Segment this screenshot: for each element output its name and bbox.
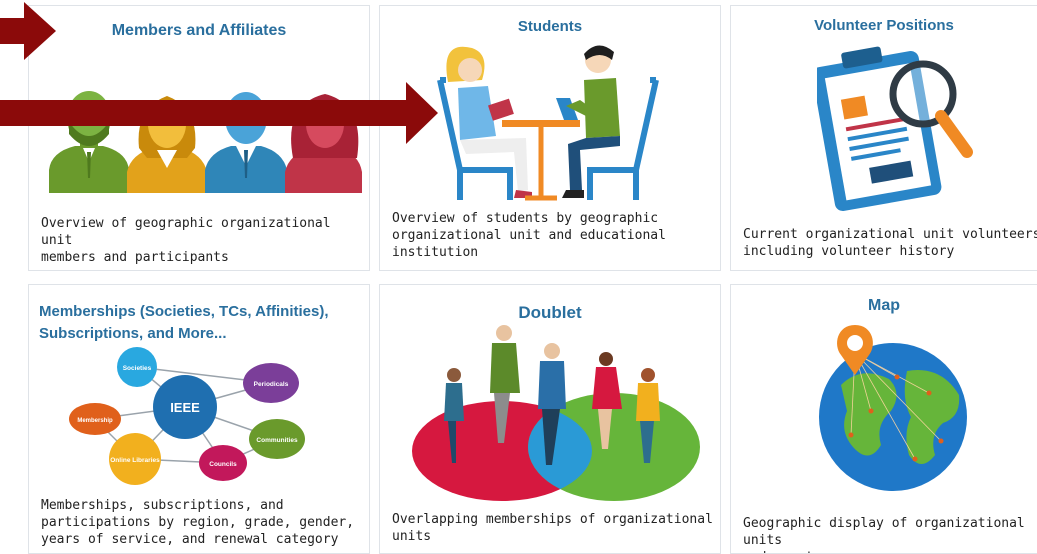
card-memberships[interactable]: Memberships (Societies, TCs, Affinities)…: [28, 284, 370, 554]
card-map[interactable]: Map Geographic display of organizational…: [730, 284, 1037, 554]
card-description: Geographic display of organizational uni…: [743, 516, 1025, 553]
diagram-node-label: Communities: [256, 437, 298, 444]
card-title: Students: [517, 18, 583, 35]
card-description: Overview of geographic organizational un…: [41, 216, 331, 265]
diagram-node-label: Periodicals: [254, 381, 289, 388]
card-title: Memberships (Societies, TCs, Affinities)…: [39, 303, 329, 342]
card-title: Members and Affiliates: [111, 22, 287, 39]
clipboard-magnifier-illustration: [817, 46, 973, 212]
diagram-node-label: Online Libraries: [110, 457, 160, 464]
card-volunteer-positions[interactable]: Volunteer Positions Current organization…: [730, 5, 1037, 271]
card-doublet[interactable]: Doublet Overlapping memberships of organ: [379, 284, 721, 554]
arrow-right-icon: [0, 82, 438, 144]
card-title: Volunteer Positions: [814, 17, 954, 34]
card-description: Overview of students by geographic organ…: [392, 211, 666, 260]
card-description: Current organizational unit volunteers i…: [743, 227, 1037, 259]
ieee-network-diagram: IEEE Societies Periodicals Communities C…: [69, 347, 305, 485]
students-illustration: [437, 45, 659, 201]
card-description: Overlapping memberships of organizationa…: [392, 512, 713, 544]
diagram-node-label: Societies: [123, 365, 152, 372]
card-description: Memberships, subscriptions, and particip…: [41, 498, 355, 547]
globe-pin-illustration: [819, 325, 967, 491]
venn-people-illustration: [412, 325, 700, 501]
diagram-node-label: Membership: [77, 418, 113, 424]
arrow-right-icon: [0, 2, 56, 60]
diagram-node-label: Councils: [209, 461, 237, 468]
card-title: Doublet: [518, 303, 582, 322]
diagram-center-label: IEEE: [170, 400, 200, 415]
card-title: Map: [868, 297, 900, 314]
